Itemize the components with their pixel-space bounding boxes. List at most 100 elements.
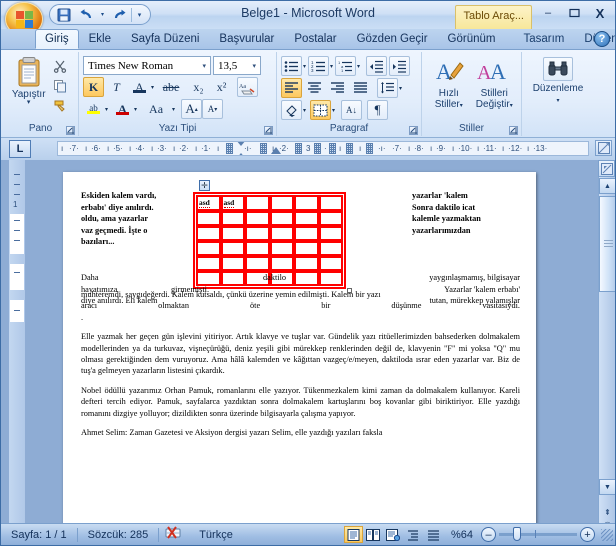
paste-dropdown-arrow-icon[interactable]: ▾ <box>27 99 31 106</box>
zoom-slider[interactable]: – + <box>481 527 601 542</box>
subscript-button[interactable]: x₂ <box>188 77 209 97</box>
show-formatting-marks-button[interactable]: ¶ <box>367 100 389 120</box>
chevron-down-icon[interactable]: ▾ <box>250 62 258 70</box>
format-painter-icon[interactable] <box>50 97 70 115</box>
tab-tasarim[interactable]: Tasarım <box>513 29 574 49</box>
document-body[interactable]: ✛ Eskiden kalem vardı, erbabı' diye anıl… <box>63 172 536 438</box>
scroll-up-button[interactable]: ▲ <box>599 178 615 194</box>
highlight-dropdown-arrow-icon[interactable]: ▾ <box>104 106 108 113</box>
tab-gozden-gecir[interactable]: Gözden Geçir <box>347 29 438 49</box>
vertical-ruler[interactable]: 1 <box>9 160 25 543</box>
tab-sayfa-duzeni[interactable]: Sayfa Düzeni <box>121 29 209 49</box>
shading-button[interactable] <box>281 100 302 120</box>
tab-giris[interactable]: Giriş <box>35 29 79 49</box>
multilevel-dropdown-arrow-icon[interactable]: ▾ <box>356 63 360 70</box>
pano-dialog-launcher[interactable] <box>66 126 75 135</box>
bold-button[interactable]: K <box>83 77 104 97</box>
editing-dropdown-arrow-icon[interactable]: ▾ <box>556 98 559 104</box>
zoom-slider-thumb[interactable] <box>513 527 521 541</box>
help-icon[interactable]: ? <box>594 31 610 47</box>
font-color-button[interactable]: A <box>112 99 133 119</box>
language-status[interactable]: Türkçe <box>189 529 243 541</box>
bullets-button[interactable] <box>281 56 302 76</box>
underline-dropdown-arrow-icon[interactable]: ▾ <box>150 84 154 91</box>
editing-button[interactable]: Düzenleme ▾ <box>526 54 590 123</box>
first-line-indent-marker[interactable] <box>236 142 246 146</box>
increase-indent-button[interactable] <box>389 56 411 76</box>
line-spacing-dropdown-arrow-icon[interactable]: ▾ <box>398 85 402 92</box>
paragraph-5-clipped[interactable]: Ahmet Selim: Zaman Gazetesi ve Aksiyon d… <box>81 427 520 438</box>
tab-postalar[interactable]: Postalar <box>284 29 346 49</box>
align-left-button[interactable] <box>281 78 302 98</box>
decrease-indent-button[interactable] <box>366 56 388 76</box>
multilevel-list-button[interactable]: 1a1 <box>335 56 357 76</box>
shrink-font-button[interactable]: A ▾ <box>202 99 224 119</box>
zoom-level-label[interactable]: %64 <box>443 529 481 541</box>
superscript-button[interactable]: x² <box>211 77 232 97</box>
scrollbar-thumb[interactable] <box>599 196 615 292</box>
tab-gorunum[interactable]: Görünüm <box>438 29 506 49</box>
tab-stop-selector[interactable]: L <box>9 140 31 158</box>
yazi-tipi-dialog-launcher[interactable] <box>264 126 273 135</box>
maximize-button[interactable] <box>563 4 585 22</box>
highlight-button[interactable]: ab <box>83 99 104 119</box>
shading-dropdown-arrow-icon[interactable]: ▾ <box>302 107 306 114</box>
vertical-scrollbar[interactable]: ▲ ▼ ⇞ ◉ ⇟ <box>598 160 615 543</box>
grow-font-button[interactable]: A ▴ <box>181 99 203 119</box>
table-move-handle[interactable]: ✛ <box>199 180 210 191</box>
tab-basvurular[interactable]: Başvurular <box>209 29 284 49</box>
view-print-layout-button[interactable] <box>343 526 363 543</box>
previous-page-button[interactable]: ⇞ <box>604 508 611 517</box>
font-color-dropdown-arrow-icon[interactable]: ▾ <box>133 106 137 113</box>
font-name-combo[interactable]: Times New Roman ▾ <box>83 56 211 75</box>
borders-button[interactable] <box>310 100 332 120</box>
stiller-dialog-launcher[interactable] <box>509 126 518 135</box>
font-size-combo[interactable]: 13,5 ▾ <box>213 56 261 75</box>
view-draft-button[interactable] <box>424 526 443 543</box>
scroll-down-button[interactable]: ▼ <box>599 479 615 495</box>
bullets-dropdown-arrow-icon[interactable]: ▾ <box>302 63 306 70</box>
underline-button[interactable]: A <box>129 77 150 97</box>
strikethrough-button[interactable]: abe <box>156 77 186 97</box>
borders-dropdown-arrow-icon[interactable]: ▾ <box>331 107 335 114</box>
change-styles-button[interactable]: A A Stilleri Değiştir▾ <box>472 54 518 123</box>
select-browse-object-top-icon[interactable] <box>598 160 615 177</box>
change-case-dropdown-arrow-icon[interactable]: ▾ <box>171 106 175 113</box>
view-ruler-toggle[interactable] <box>595 140 612 156</box>
line-spacing-button[interactable] <box>377 78 398 98</box>
view-full-screen-reading-button[interactable] <box>364 526 383 543</box>
chevron-down-icon[interactable]: ▾ <box>200 62 208 70</box>
paste-button[interactable]: Yapıştır ▾ <box>7 54 50 123</box>
zoom-out-button[interactable]: – <box>481 527 496 542</box>
italic-button[interactable]: T <box>106 77 127 97</box>
paragraf-dialog-launcher[interactable] <box>409 126 418 135</box>
quick-styles-button[interactable]: A Hızlı Stiller▾ <box>426 54 472 123</box>
align-center-button[interactable] <box>304 78 325 98</box>
align-right-button[interactable] <box>327 78 348 98</box>
cut-icon[interactable] <box>50 57 70 75</box>
change-case-button[interactable]: Aa <box>141 99 171 119</box>
numbering-button[interactable]: 123 <box>308 56 330 76</box>
horizontal-ruler[interactable]: ı ·7· ı ·6· ı ·5· ı ·4· ı ·3· ı ·2· ı ·1… <box>57 141 589 156</box>
view-outline-button[interactable] <box>404 526 423 543</box>
word-count-status[interactable]: Sözcük: 285 <box>78 529 159 541</box>
hanging-indent-marker[interactable] <box>271 147 281 154</box>
paragraph-3[interactable]: Elle yazmak her geçen gün işlevini yitir… <box>81 331 520 377</box>
document-page[interactable]: ✛ Eskiden kalem vardı, erbabı' diye anıl… <box>63 172 536 543</box>
view-web-layout-button[interactable] <box>384 526 403 543</box>
paragraph-4[interactable]: Nobel ödüllü yazarımız Orhan Pamuk, roma… <box>81 385 520 419</box>
zoom-track[interactable] <box>499 527 577 541</box>
spelling-error-icon[interactable] <box>159 526 189 543</box>
change-styles-dropdown-arrow-icon[interactable]: ▾ <box>510 103 513 109</box>
page-count-status[interactable]: Sayfa: 1 / 1 <box>1 529 77 541</box>
sort-button[interactable]: A↓ <box>341 100 363 120</box>
tab-ekle[interactable]: Ekle <box>79 29 121 49</box>
zoom-in-button[interactable]: + <box>580 527 595 542</box>
minimize-button[interactable]: – <box>537 4 559 22</box>
quick-styles-dropdown-arrow-icon[interactable]: ▾ <box>460 103 463 109</box>
left-indent-marker[interactable] <box>236 153 246 155</box>
justify-button[interactable] <box>350 78 371 98</box>
copy-icon[interactable] <box>50 77 70 95</box>
clear-formatting-button[interactable]: Aa <box>237 77 259 97</box>
numbering-dropdown-arrow-icon[interactable]: ▾ <box>329 63 333 70</box>
